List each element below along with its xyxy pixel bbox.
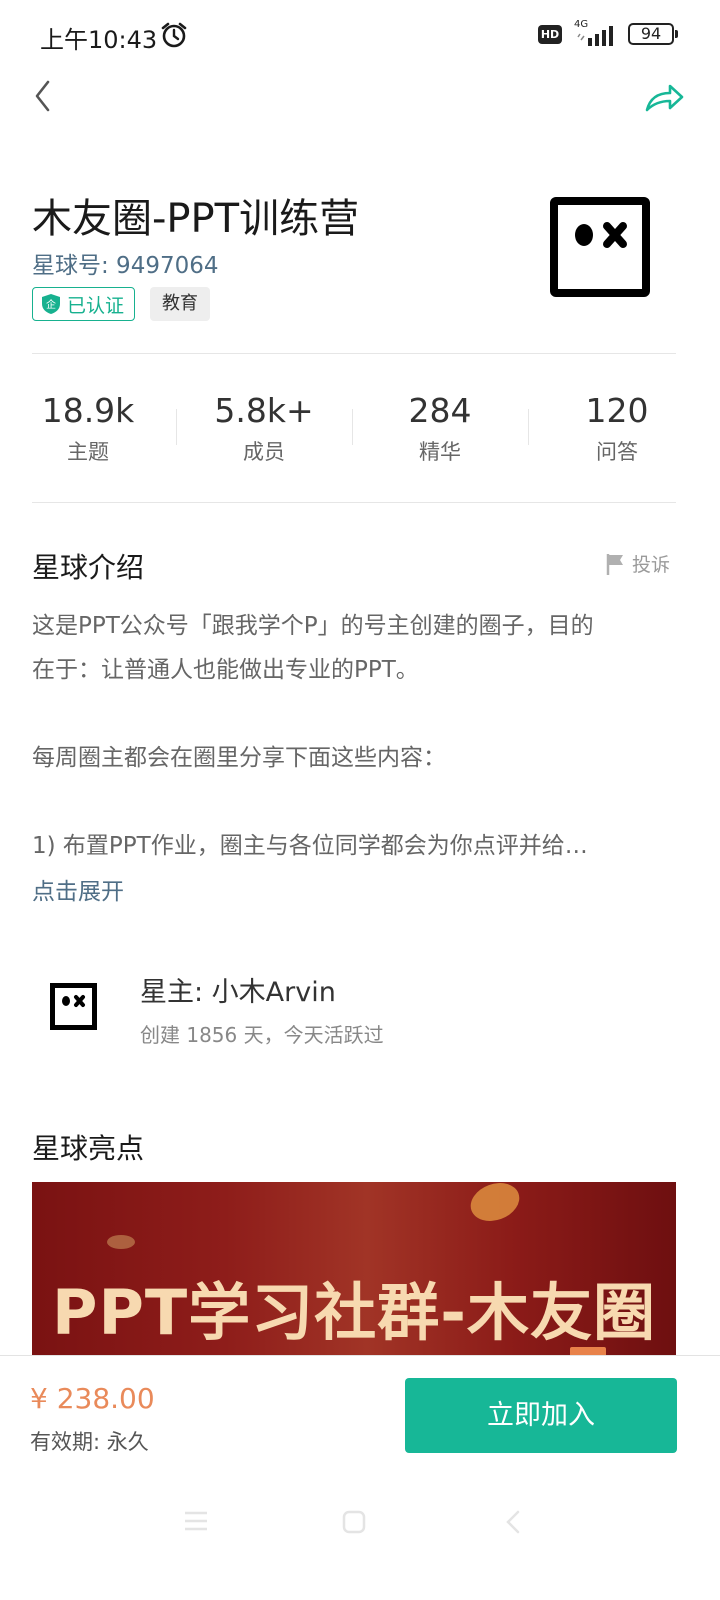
divider [32, 502, 676, 503]
stat-label: 问答 [596, 440, 638, 464]
category-tag[interactable]: 教育 [150, 287, 210, 321]
intro-title: 星球介绍 [32, 551, 145, 584]
intro-text: 这是PPT公众号「跟我学个P」的号主创建的圈子，目的 在于：让普通人也能做出专业… [32, 604, 672, 868]
verified-label: 已认证 [67, 294, 125, 317]
shield-icon-char: 企 [46, 298, 56, 311]
price: ¥ 238.00 [30, 1382, 155, 1415]
stat-topics[interactable]: 18.9k 主题 [0, 385, 176, 465]
owner-name[interactable]: 星主: 小木Arvin [140, 970, 336, 1009]
stat-members[interactable]: 5.8k+ 成员 [176, 385, 352, 465]
back-nav-icon[interactable] [503, 1509, 523, 1535]
highlights-title: 星球亮点 [32, 1132, 145, 1165]
stats-row: 18.9k 主题 5.8k+ 成员 284 精华 120 问答 [0, 385, 720, 475]
stat-value: 18.9k [41, 391, 135, 430]
home-nav-icon[interactable] [341, 1509, 367, 1535]
intro-line: 1) 布置PPT作业，圈主与各位同学都会为你点评并给… [32, 833, 588, 859]
intro-line [32, 692, 672, 736]
battery-icon: 94 [628, 23, 678, 45]
battery-level: 94 [640, 24, 662, 43]
stat-label: 成员 [243, 440, 285, 464]
stat-qa[interactable]: 120 问答 [529, 385, 705, 465]
verified-badge: 企 已认证 [32, 287, 136, 321]
menu-nav-icon[interactable] [183, 1509, 209, 1533]
flag-icon [606, 553, 623, 575]
status-bar: 上午10:43 HD 4G 94 [0, 0, 720, 70]
stat-value: 120 [585, 391, 649, 430]
signal-icon [577, 26, 613, 46]
stat-featured[interactable]: 284 精华 [352, 385, 528, 465]
stat-label: 精华 [419, 440, 461, 464]
share-icon[interactable] [644, 80, 686, 116]
intro-line: 每周圈主都会在圈里分享下面这些内容： [32, 745, 446, 771]
back-icon[interactable] [28, 76, 58, 116]
stat-value: 284 [408, 391, 472, 430]
banner-text: PPT学习社群-木友圈 [52, 1276, 656, 1349]
group-title: 木友圈-PPT训练营 [32, 196, 360, 242]
bottom-bar: ¥ 238.00 有效期: 永久 立即加入 [0, 1355, 720, 1600]
divider [32, 353, 676, 354]
report-label: 投诉 [632, 554, 671, 576]
owner-meta: 创建 1856 天，今天活跃过 [140, 1023, 384, 1047]
stat-label: 主题 [67, 440, 109, 464]
expand-link[interactable]: 点击展开 [32, 872, 124, 906]
stat-value: 5.8k+ [214, 391, 314, 430]
validity: 有效期: 永久 [30, 1430, 149, 1454]
hd-badge: HD [538, 25, 562, 44]
alarm-clock-icon [161, 22, 187, 48]
intro-line: 在于：让普通人也能做出专业的PPT。 [32, 657, 419, 683]
intro-line [32, 780, 672, 824]
coin-decoration [465, 1182, 525, 1228]
report-button[interactable]: 投诉 [606, 550, 670, 577]
highlights-banner[interactable]: PPT学习社群-木友圈 [32, 1182, 676, 1355]
join-button[interactable]: 立即加入 [405, 1378, 677, 1453]
owner-avatar[interactable] [50, 983, 97, 1030]
shield-icon: 企 [42, 294, 60, 314]
coin-decoration [107, 1235, 135, 1249]
status-time: 上午10:43 [40, 26, 158, 54]
group-id: 星球号: 9497064 [32, 253, 219, 279]
intro-line: 这是PPT公众号「跟我学个P」的号主创建的圈子，目的 [32, 613, 594, 639]
group-logo [550, 197, 650, 297]
